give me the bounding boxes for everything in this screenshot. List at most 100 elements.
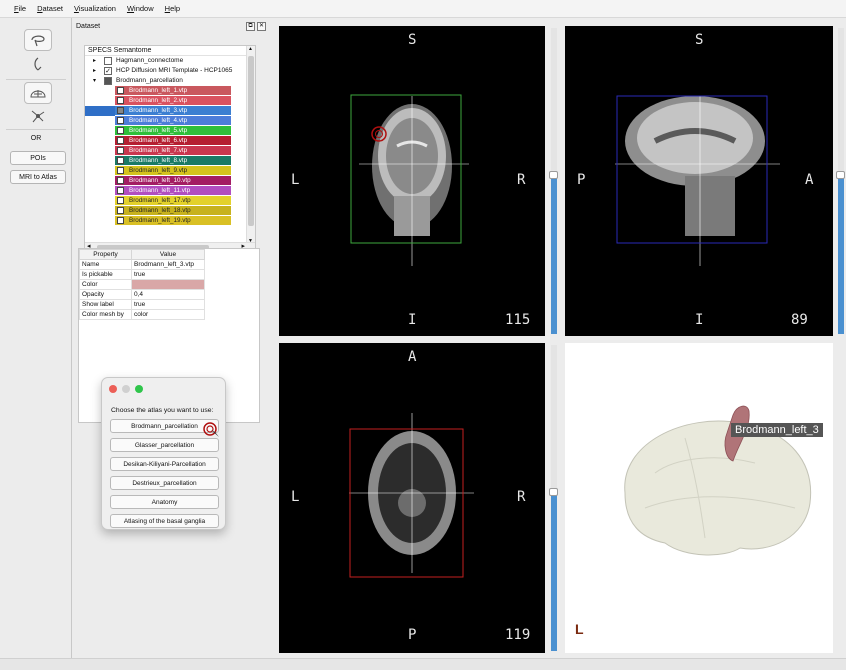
close-window-icon[interactable] xyxy=(109,385,117,393)
expand-arrow-icon[interactable]: ▸ xyxy=(93,56,96,66)
leaf-checkbox[interactable] xyxy=(117,187,124,194)
tree-leaf-item[interactable]: Brodmann_left_6.vtp xyxy=(85,136,255,146)
atlas-option-basal-ganglia[interactable]: Atlasing of the basal ganglia xyxy=(110,514,219,528)
tree-leaf-item[interactable]: Brodmann_left_11.vtp xyxy=(85,186,255,196)
table-row[interactable]: Is pickable true xyxy=(78,269,205,280)
tree-node-hagmann[interactable]: ▸ Hagmann_connectome xyxy=(85,56,255,66)
coronal-view[interactable]: S L R I 115 xyxy=(279,26,545,336)
property-cell: Color mesh by xyxy=(78,309,133,320)
scroll-up-icon[interactable]: ▲ xyxy=(248,46,253,52)
atlas-option-glasser[interactable]: Glasser_parcellation xyxy=(110,438,219,452)
tree-leaf-item[interactable]: Brodmann_left_4.vtp xyxy=(85,116,255,126)
slice-number: 89 xyxy=(791,312,808,328)
minimize-window-icon[interactable] xyxy=(122,385,130,393)
menu-dataset[interactable]: Dataset xyxy=(37,4,63,13)
expand-arrow-icon[interactable]: ▸ xyxy=(93,66,96,76)
value-cell[interactable]: Brodmann_left_3.vtp xyxy=(131,259,205,270)
leaf-checkbox[interactable] xyxy=(117,197,124,204)
table-row[interactable]: Name Brodmann_left_3.vtp xyxy=(78,259,205,270)
orientation-bottom: I xyxy=(408,312,417,328)
node-checkbox[interactable] xyxy=(104,77,112,85)
slider-handle[interactable] xyxy=(836,170,845,179)
menu-visualization[interactable]: Visualization xyxy=(74,4,116,13)
tree-leaf-item[interactable]: Brodmann_left_19.vtp xyxy=(85,216,255,226)
leaf-checkbox[interactable] xyxy=(117,177,124,184)
close-panel-icon[interactable]: ✕ xyxy=(257,22,266,31)
tree-leaf-item[interactable]: Brodmann_left_2.vtp xyxy=(85,96,255,106)
leaf-checkbox[interactable] xyxy=(117,147,124,154)
network-icon xyxy=(31,110,45,123)
mri-to-atlas-button[interactable]: MRI to Atlas xyxy=(10,170,66,184)
tree-vertical-scrollbar[interactable]: ▲ ▼ xyxy=(246,46,255,244)
sagittal-view[interactable]: S P A I 89 xyxy=(565,26,833,336)
scroll-thumb[interactable] xyxy=(248,56,254,226)
value-cell[interactable]: color xyxy=(131,309,205,320)
leaf-label: Brodmann_left_8.vtp xyxy=(115,156,231,165)
leaf-checkbox[interactable] xyxy=(117,107,124,114)
orientation-bottom: P xyxy=(408,627,417,643)
tree-leaf-item[interactable]: Brodmann_left_7.vtp xyxy=(85,146,255,156)
node-checkbox[interactable]: ✓ xyxy=(104,67,112,75)
brain-3d-render xyxy=(624,405,812,556)
slider-handle[interactable] xyxy=(549,170,558,179)
menu-file[interactable]: File xyxy=(14,4,26,13)
sidebar-divider xyxy=(6,79,66,80)
value-cell[interactable]: 0,4 xyxy=(131,289,205,300)
leaf-checkbox[interactable] xyxy=(117,207,124,214)
leaf-checkbox[interactable] xyxy=(117,117,124,124)
zoom-window-icon[interactable] xyxy=(135,385,143,393)
tree-leaf-item[interactable]: Brodmann_left_1.vtp xyxy=(85,86,255,96)
coronal-slice-slider[interactable] xyxy=(549,28,558,334)
tree-leaf-item[interactable]: Brodmann_left_10.vtp xyxy=(85,176,255,186)
tree-leaf-item[interactable]: Brodmann_left_9.vtp xyxy=(85,166,255,176)
collapse-arrow-icon[interactable]: ▾ xyxy=(93,76,96,86)
menu-help[interactable]: Help xyxy=(165,4,180,13)
atlas-option-anatomy[interactable]: Anatomy xyxy=(110,495,219,509)
property-cell: Opacity xyxy=(78,289,133,300)
leaf-checkbox[interactable] xyxy=(117,217,124,224)
dataset-panel: Dataset ⧉ ✕ SPECS Semantome ▸ Hagmann_co… xyxy=(72,18,272,658)
leaf-checkbox[interactable] xyxy=(117,157,124,164)
leaf-checkbox[interactable] xyxy=(117,97,124,104)
table-row[interactable]: Color xyxy=(78,279,205,290)
slice-number: 119 xyxy=(505,627,531,643)
leaf-checkbox[interactable] xyxy=(117,137,124,144)
rotate-tool-button[interactable] xyxy=(24,54,52,74)
tree-node-brodmann[interactable]: ▾ Brodmann_parcellation xyxy=(85,76,255,86)
orientation-bottom: I xyxy=(695,312,704,328)
pois-button[interactable]: POIs xyxy=(10,151,66,165)
value-cell[interactable]: true xyxy=(131,269,205,280)
axial-view[interactable]: A L R P 119 xyxy=(279,343,545,653)
tree-node-hcp[interactable]: ▸ ✓ HCP Diffusion MRI Template - HCP1065 xyxy=(85,66,255,76)
dataset-panel-title: Dataset xyxy=(76,23,101,30)
color-swatch-cell[interactable] xyxy=(131,279,205,290)
selection-highlight xyxy=(85,106,115,116)
table-row[interactable]: Color mesh by color xyxy=(78,309,205,320)
orientation-right: A xyxy=(805,172,814,188)
tree-leaf-item[interactable]: Brodmann_left_17.vtp xyxy=(85,196,255,206)
value-cell[interactable]: true xyxy=(131,299,205,310)
dataset-tree[interactable]: SPECS Semantome ▸ Hagmann_connectome ▸ ✓… xyxy=(84,45,256,252)
table-row[interactable]: Show label true xyxy=(78,299,205,310)
atlas-option-destrieux[interactable]: Destrieux_parcellation xyxy=(110,476,219,490)
model-3d-view[interactable]: Brodmann_left_3 L xyxy=(565,343,833,653)
node-checkbox[interactable] xyxy=(104,57,112,65)
axial-slice-slider[interactable] xyxy=(549,345,558,651)
table-row[interactable]: Opacity 0,4 xyxy=(78,289,205,300)
menu-window[interactable]: Window xyxy=(127,4,154,13)
sagittal-slice-slider[interactable] xyxy=(836,28,845,334)
slider-handle[interactable] xyxy=(549,487,558,496)
leaf-checkbox[interactable] xyxy=(117,167,124,174)
network-tool-button[interactable] xyxy=(24,106,52,126)
float-panel-icon[interactable]: ⧉ xyxy=(246,22,255,31)
tree-leaf-item[interactable]: Brodmann_left_3.vtp xyxy=(85,106,255,116)
brain-mesh-tool-button[interactable] xyxy=(24,82,52,104)
leaf-checkbox[interactable] xyxy=(117,87,124,94)
orientation-marker: L xyxy=(575,621,584,637)
atlas-option-desikan[interactable]: Desikan-Kiliyani-Parcellation xyxy=(110,457,219,471)
lasso-tool-button[interactable] xyxy=(24,29,52,51)
tree-leaf-item[interactable]: Brodmann_left_18.vtp xyxy=(85,206,255,216)
leaf-checkbox[interactable] xyxy=(117,127,124,134)
tree-leaf-item[interactable]: Brodmann_left_8.vtp xyxy=(85,156,255,166)
tree-leaf-item[interactable]: Brodmann_left_5.vtp xyxy=(85,126,255,136)
